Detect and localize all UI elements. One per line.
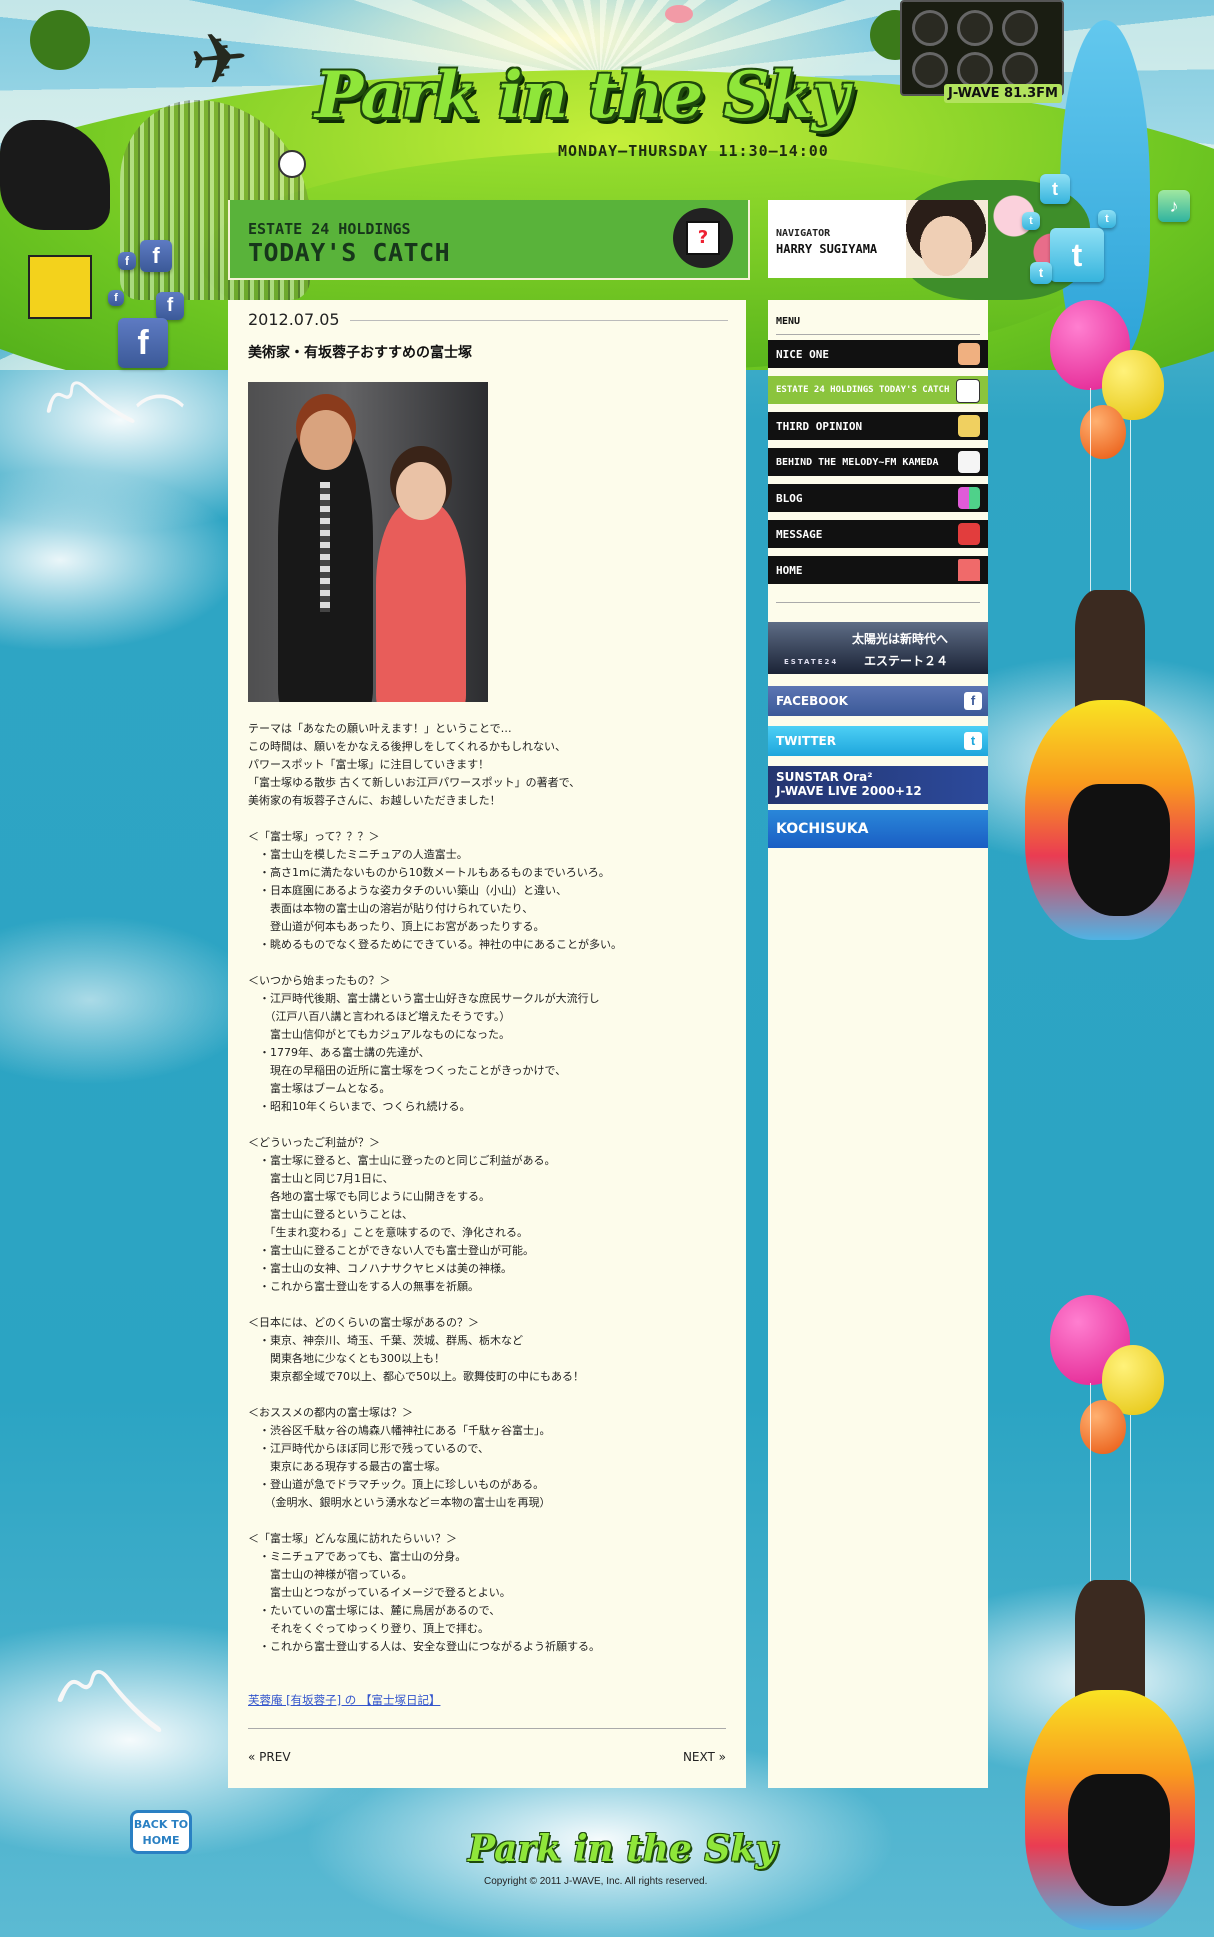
section-title-bar: ESTATE 24 HOLDINGS TODAY'S CATCH ?	[228, 200, 750, 280]
menu-item-behind-the-melody[interactable]: BEHIND THE MELODY~FM KAMEDA	[768, 448, 988, 476]
flying-pig-icon	[665, 5, 693, 23]
footer-logo[interactable]: Park in the Sky	[468, 1828, 776, 1870]
page-title: TODAY'S CATCH	[248, 238, 451, 267]
twitter-icon[interactable]: t	[1030, 262, 1052, 284]
facebook-banner[interactable]: FACEBOOK f	[768, 686, 988, 716]
soccer-ball-icon	[278, 150, 306, 178]
thumbs-up-icon	[958, 343, 980, 365]
menu-item-blog[interactable]: BLOG	[768, 484, 988, 512]
menu-item-todays-catch[interactable]: ESTATE 24 HOLDINGS TODAY'S CATCH	[768, 376, 988, 404]
copyright-text: Copyright © 2011 J-WAVE, Inc. All rights…	[484, 1876, 708, 1887]
station-logo[interactable]: J-WAVE 81.3FM	[944, 84, 1062, 103]
next-link[interactable]: NEXT »	[683, 1750, 726, 1764]
balloon-icon	[1080, 405, 1126, 459]
back-to-home-button[interactable]: BACK TO HOME	[130, 1810, 192, 1854]
balloon-icon	[1080, 1400, 1126, 1454]
facebook-icon[interactable]: f	[118, 318, 168, 368]
tree-icon	[30, 10, 90, 70]
mystery-box-icon	[956, 379, 980, 403]
sidebar: MENU NICE ONE ESTATE 24 HOLDINGS TODAY'S…	[768, 300, 988, 1788]
blog-link[interactable]: 芙蓉庵 [有坂蓉子] の 【富士塚日記】	[248, 1692, 440, 1708]
navigator-label: NAVIGATOR	[776, 228, 831, 239]
navigator-portrait	[906, 200, 988, 278]
prev-link[interactable]: « PREV	[248, 1750, 291, 1764]
photo-person-woman	[376, 502, 466, 702]
facebook-icon[interactable]: f	[108, 290, 124, 306]
facebook-icon[interactable]: f	[118, 252, 136, 270]
kochisuka-banner[interactable]: KOCHISUKA	[768, 810, 988, 848]
twitter-icon: t	[964, 732, 982, 750]
divider	[350, 320, 728, 321]
seagull-illustration: ⌒	[135, 391, 185, 449]
facebook-icon[interactable]: f	[140, 240, 172, 272]
twitter-icon[interactable]: t	[1040, 174, 1070, 204]
facebook-icon[interactable]: f	[156, 292, 184, 320]
twitter-icon[interactable]: t	[1050, 228, 1104, 282]
facebook-icon: f	[964, 692, 982, 710]
guitar-illustration	[1025, 1690, 1195, 1930]
twitter-icon[interactable]: t	[1098, 210, 1116, 228]
at-icon	[958, 523, 980, 545]
sponsor-label: ESTATE 24 HOLDINGS	[248, 220, 411, 238]
music-note-icon[interactable]: ♪	[1158, 190, 1190, 222]
article-date: 2012.07.05	[248, 310, 340, 329]
sunstar-live-banner[interactable]: SUNSTAR Ora² J-WAVE LIVE 2000+12	[768, 766, 988, 804]
site-logo[interactable]: Park in the Sky	[315, 58, 849, 133]
twitter-banner[interactable]: TWITTER t	[768, 726, 988, 756]
speaker-stack-icon	[900, 0, 1064, 96]
seagull-illustration: 〽	[37, 1633, 178, 1786]
article-title: 美術家・有坂蓉子おすすめの富士塚	[248, 345, 472, 361]
article-photo	[248, 382, 488, 702]
menu-item-home[interactable]: HOME	[768, 556, 988, 584]
divider	[776, 334, 980, 335]
house-icon	[958, 559, 980, 581]
menu-heading: MENU	[776, 316, 801, 327]
article-panel: 2012.07.05 美術家・有坂蓉子おすすめの富士塚 テーマは「あなたの願い叶…	[228, 300, 746, 1788]
menu-item-message[interactable]: MESSAGE	[768, 520, 988, 548]
divider	[776, 602, 980, 603]
menu-item-third-opinion[interactable]: THIRD OPINION	[768, 412, 988, 440]
article-body: テーマは「あなたの願い叶えます！」ということで… この時間は、願いをかなえる後押…	[248, 722, 622, 1653]
navigator-card[interactable]: NAVIGATOR HARRY SUGIYAMA	[768, 200, 988, 278]
mystery-box-icon: ?	[673, 208, 733, 268]
balloon-string	[1090, 1383, 1091, 1613]
guitar-icon	[958, 451, 980, 473]
airplane-icon: ✈	[186, 15, 253, 103]
divider	[248, 1728, 726, 1729]
caution-sign-icon	[28, 255, 92, 319]
megaphone-icon	[958, 415, 980, 437]
blocks-icon	[958, 487, 980, 509]
guitar-illustration	[1025, 700, 1195, 940]
navigator-name: HARRY SUGIYAMA	[776, 242, 878, 256]
airtime-text: MONDAY–THURSDAY 11:30–14:00	[558, 142, 829, 160]
estate24-banner[interactable]: 太陽光は新時代へ エステート２４ ESTATE24	[768, 622, 988, 674]
twitter-icon[interactable]: t	[1022, 212, 1040, 230]
menu-item-nice-one[interactable]: NICE ONE	[768, 340, 988, 368]
